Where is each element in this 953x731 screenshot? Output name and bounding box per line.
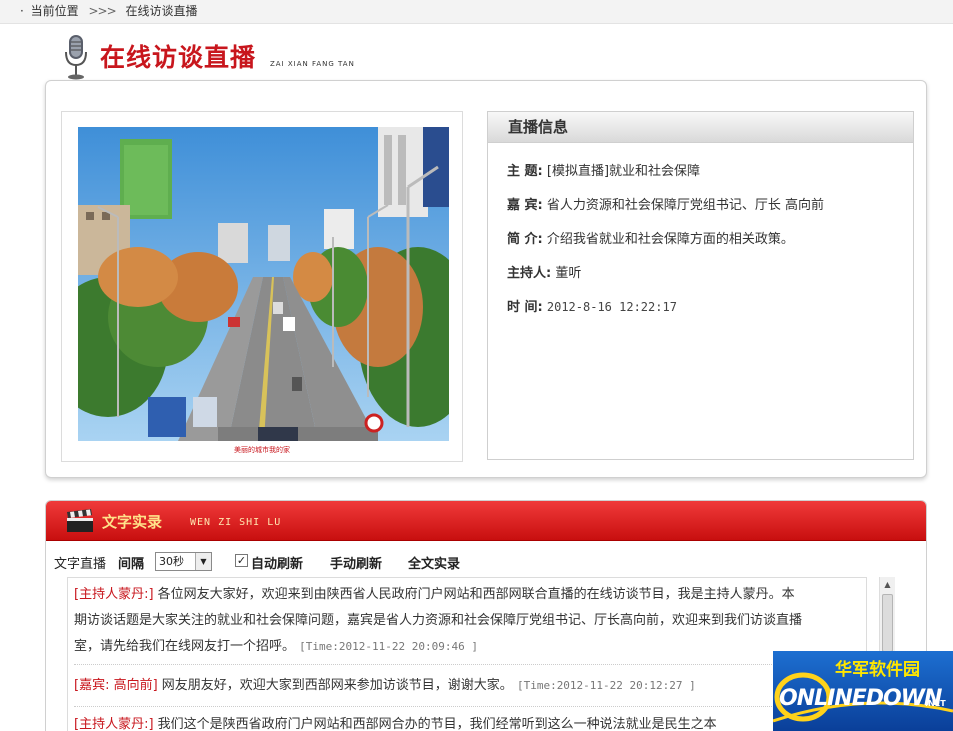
full-record-button[interactable]: 全文实录 <box>408 553 460 572</box>
auto-refresh-label[interactable]: 自动刷新 <box>251 553 303 572</box>
clapperboard-icon <box>67 509 93 532</box>
message-speaker: [主持人蒙丹:] <box>74 717 154 731</box>
message-text-line: 网友朋友好，欢迎大家到西部网来参加访谈节目，谢谢大家。 <box>161 678 513 693</box>
live-info-box: 直播信息 主 题: [模拟直播]就业和社会保障 嘉 宾: 省人力资源和社会保障厅… <box>487 111 914 460</box>
live-text-label: 文字直播 <box>54 557 107 572</box>
live-info-value: 董听 <box>555 266 582 281</box>
breadcrumb-current[interactable]: 在线访谈直播 <box>126 4 198 18</box>
watermark-en-text: ONLINEDOWN <box>779 686 942 711</box>
check-icon: ✓ <box>236 554 247 567</box>
live-info-time: 时 间: 2012-8-16 12:22:17 <box>507 296 677 315</box>
message-text-line: 我们这个是陕西省政府门户网站和西部网合办的节目，我们经常听到这么一种说法就业是民… <box>157 717 717 731</box>
message-speaker: [主持人蒙丹:] <box>74 587 154 602</box>
live-info-value: 省人力资源和社会保障厅党组书记、厅长 高向前 <box>546 198 825 213</box>
message-text-line: 室，请先给我们在线网友打一个招呼。 <box>74 639 296 654</box>
message-text-line: 各位网友大家好，欢迎来到由陕西省人民政府门户网站和西部网联合直播的在线访谈节目，… <box>157 587 795 602</box>
live-info-header: 直播信息 <box>488 112 913 143</box>
scroll-thumb[interactable] <box>882 594 893 652</box>
live-info-key: 主 题: <box>507 164 543 179</box>
page-title: 在线访谈直播 <box>100 43 257 72</box>
interval-label: 间隔 <box>118 557 145 572</box>
message-divider <box>74 664 864 665</box>
message-list[interactable]: [主持人蒙丹:] 各位网友大家好，欢迎来到由陕西省人民政府门户网站和西部网联合直… <box>67 577 867 731</box>
street-photo <box>78 127 449 441</box>
live-info-value: 介绍我省就业和社会保障方面的相关政策。 <box>546 232 794 247</box>
live-info-guest: 嘉 宾: 省人力资源和社会保障厅党组书记、厅长 高向前 <box>507 194 824 213</box>
message-speaker: [嘉宾: 高向前] <box>74 678 158 693</box>
message-item: [主持人蒙丹:] 各位网友大家好，欢迎来到由陕西省人民政府门户网站和西部网联合直… <box>74 582 864 660</box>
message-time: [Time:2012-11-22 20:09:46 ] <box>299 640 478 653</box>
manual-refresh-button[interactable]: 手动刷新 <box>330 553 382 572</box>
onlinedown-watermark-logo: 华军软件园 ONLINEDOWN .NET <box>773 651 953 731</box>
message-item: [嘉宾: 高向前] 网友朋友好，欢迎大家到西部网来参加访谈节目，谢谢大家。 [T… <box>74 673 864 699</box>
live-info-key: 简 介: <box>507 232 543 247</box>
text-record-title: 文字实录 <box>102 513 163 531</box>
message-text-line: 期访谈话题是大家关注的就业和社会保障问题，嘉宾是省人力资源和社会保障厅党组书记、… <box>74 613 803 628</box>
watermark-suffix: .NET <box>925 699 946 708</box>
photo-frame: 美丽的城市我的家 <box>61 111 463 462</box>
live-info-topic: 主 题: [模拟直播]就业和社会保障 <box>507 160 700 179</box>
interview-info-panel: 美丽的城市我的家 直播信息 主 题: [模拟直播]就业和社会保障 嘉 宾: 省人… <box>45 80 927 478</box>
message-divider <box>74 706 864 707</box>
live-info-summary: 简 介: 介绍我省就业和社会保障方面的相关政策。 <box>507 228 794 247</box>
breadcrumb-bullet: · <box>20 4 24 18</box>
page-subtitle: ZAI XIAN FANG TAN <box>270 60 355 68</box>
live-info-key: 主持人: <box>507 266 552 281</box>
text-record-header: 文字实录 WEN ZI SHI LU <box>46 501 926 541</box>
photo-caption: 美丽的城市我的家 <box>234 446 290 454</box>
live-info-key: 嘉 宾: <box>507 198 543 213</box>
auto-refresh-checkbox[interactable]: ✓ <box>235 554 248 567</box>
breadcrumb-separator: >>> <box>88 4 117 18</box>
live-info-value: 2012-8-16 12:22:17 <box>546 300 677 314</box>
scroll-up-icon[interactable]: ▲ <box>880 577 895 592</box>
message-item: [主持人蒙丹:] 我们这个是陕西省政府门户网站和西部网合办的节目，我们经常听到这… <box>74 712 864 731</box>
interval-select[interactable]: 30秒 ▼ <box>155 552 212 571</box>
microphone-icon <box>65 35 87 80</box>
message-time: [Time:2012-11-22 20:12:27 ] <box>516 679 696 692</box>
live-info-host: 主持人: 董听 <box>507 262 581 281</box>
watermark-cn-text: 华军软件园 <box>835 660 920 680</box>
interval-select-value: 30秒 <box>159 555 184 568</box>
live-info-key: 时 间: <box>507 300 543 315</box>
breadcrumb: · 当前位置 >>> 在线访谈直播 <box>0 0 953 24</box>
text-record-subtitle: WEN ZI SHI LU <box>190 517 282 528</box>
live-info-value: [模拟直播]就业和社会保障 <box>546 164 701 179</box>
chevron-down-icon[interactable]: ▼ <box>195 553 211 570</box>
breadcrumb-location-label: 当前位置 <box>30 4 79 18</box>
